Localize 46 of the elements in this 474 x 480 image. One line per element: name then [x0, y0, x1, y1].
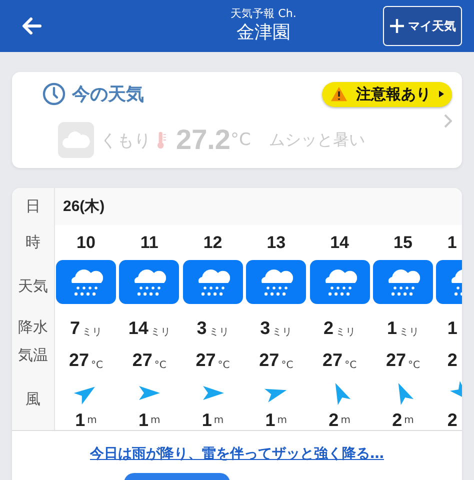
precipitation-value: 1: [446, 317, 458, 339]
caret-icon: [439, 90, 444, 98]
hour-label: 10: [76, 232, 96, 254]
date-label: 26(木): [63, 197, 105, 216]
row-label: 気温: [18, 344, 48, 366]
hour-label: 13: [266, 232, 286, 254]
precipitation-value: 3 ミリ: [260, 317, 292, 339]
rain-cloud-icon: [246, 260, 306, 304]
rain-cloud-icon: [182, 260, 243, 304]
hour-label: 1: [446, 232, 457, 254]
row-label: 日: [26, 196, 40, 217]
current-weather-heading: 今の天気: [72, 83, 144, 106]
hour-label: 12: [203, 232, 222, 254]
warning-icon: [330, 86, 348, 102]
forecast-summary-link[interactable]: 今日は雨が降り、雷を伴ってザッと強く降る…: [90, 445, 384, 463]
hour-label: 11: [140, 232, 158, 254]
row-label: 時: [26, 232, 40, 252]
wind-speed-value: 1 m: [202, 408, 224, 430]
add-my-weather-button[interactable]: マイ天気: [383, 6, 462, 46]
rain-cloud-icon: [119, 260, 180, 304]
precipitation-value: 7 ミリ: [70, 317, 102, 339]
temperature-value: 2: [446, 349, 458, 371]
wind-speed-value: 1 m: [138, 408, 160, 430]
row-label: 天気: [18, 276, 48, 296]
thermometer-icon: [157, 131, 166, 149]
clock-icon: [42, 82, 66, 106]
row-label: 風: [26, 388, 40, 410]
wind-speed-value: 1 m: [75, 408, 97, 430]
wind-speed-value: 2: [446, 408, 458, 430]
location-title: 金津園: [236, 21, 290, 45]
alert-badge[interactable]: 注意報あり: [322, 82, 452, 106]
wind-speed-value: 2 m: [392, 408, 414, 430]
row-label: 降水: [18, 316, 48, 338]
precipitation-value: 3 ミリ: [196, 317, 229, 339]
hour-label: 15: [393, 232, 412, 254]
rain-cloud-icon: [310, 260, 370, 304]
precipitation-value: 1 ミリ: [386, 317, 419, 339]
rain-cloud-icon: [372, 260, 433, 304]
channel-name: 天気予報 Ch.: [230, 7, 296, 21]
hour-label: 14: [330, 232, 350, 254]
precipitation-value: 2 ミリ: [324, 317, 356, 339]
plus-icon: [389, 18, 405, 34]
wind-speed-value: 1 m: [265, 408, 288, 430]
chevron-right-icon: [444, 114, 452, 128]
wind-speed-value: 2 m: [328, 408, 350, 430]
precipitation-value: 14 ミリ: [128, 317, 170, 339]
